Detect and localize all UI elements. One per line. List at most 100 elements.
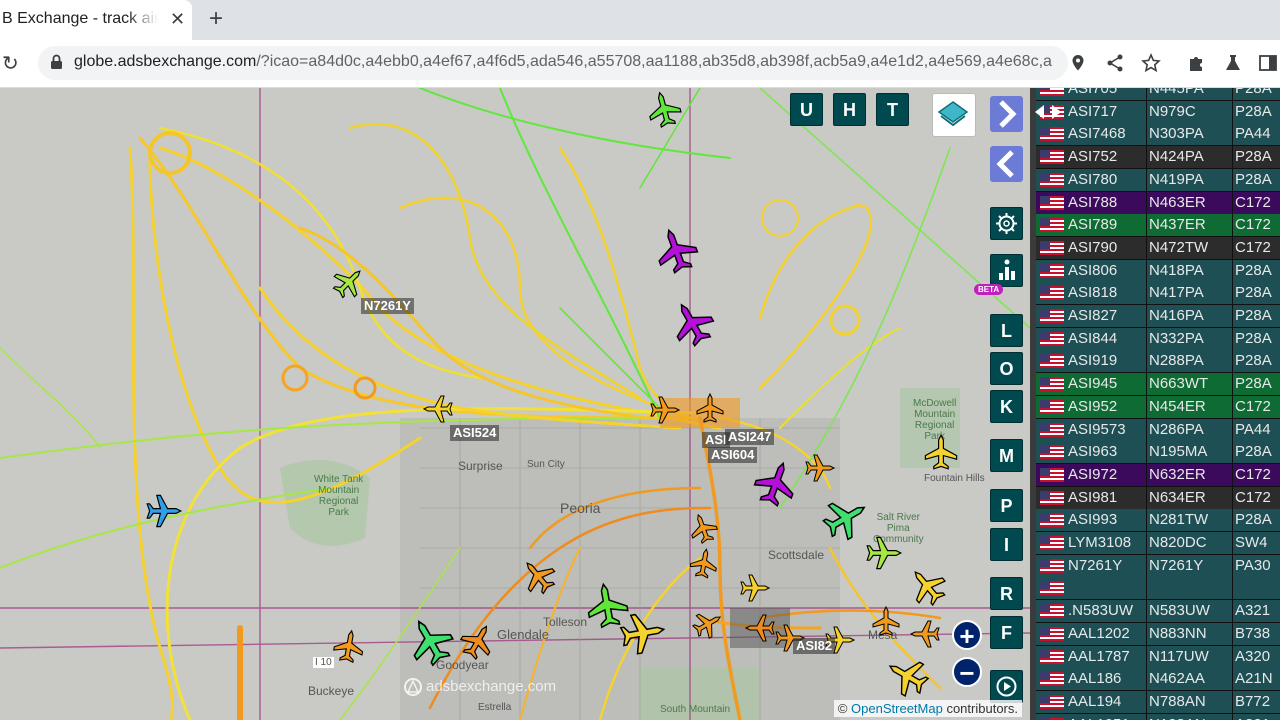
aircraft-yellow-mid[interactable] [618,609,668,657]
aircraft-orange-2[interactable] [514,552,562,600]
openstreetmap-link[interactable]: OpenStreetMap [851,701,943,716]
k-button[interactable]: K [990,390,1023,423]
i-button[interactable]: I [990,528,1023,561]
aircraft-purple-2[interactable] [663,294,721,352]
layers-button[interactable] [932,93,976,137]
aircraft-orange-1[interactable] [331,627,367,665]
t-button[interactable]: T [876,93,909,126]
table-row[interactable]: ASI844 N332PA P28A [1030,327,1280,351]
table-row[interactable]: AAL194 N788AN B772 [1030,690,1280,714]
table-row[interactable]: ASI818 N417PA P28A [1030,282,1280,306]
table-scrollbar[interactable] [1030,88,1036,720]
table-row[interactable]: ASI806 N418PA P28A [1030,259,1280,283]
address-bar[interactable]: globe.adsbexchange.com/?icao=a84d0c,a4eb… [38,46,1068,80]
table-row[interactable]: ASI717 N979C P28A [1030,100,1280,124]
aircraft-label-asi82[interactable]: ASI82 [793,638,836,654]
share-icon[interactable] [1105,53,1125,73]
aircraft-orange-airport-1[interactable] [650,396,680,424]
location-icon[interactable] [1068,53,1088,73]
table-row[interactable]: ASI7468 N303PA PA44 [1030,123,1280,147]
m-button[interactable]: M [990,439,1023,472]
aircraft-green-east[interactable] [817,489,875,547]
h-button[interactable]: H [833,93,866,126]
aircraft-purple-1[interactable] [649,222,703,278]
resize-arrows-icon[interactable] [1033,102,1063,122]
table-row[interactable]: AAL186 N462AA A21N [1030,668,1280,692]
table-row[interactable]: .N583UW N583UW A321 [1030,600,1280,624]
aircraft-table[interactable]: ASI705 N445PA P28A ASI717 N979C P28A ASI7468 N3… [1030,88,1280,720]
active-tab[interactable]: B Exchange - track aircraft ✕ [0,0,192,40]
table-row[interactable]: ASI780 N419PA P28A [1030,168,1280,192]
table-row[interactable]: ASI945 N663WT P28A [1030,373,1280,397]
table-row[interactable]: ASI752 N424PA P28A [1030,146,1280,170]
aircraft-orange-7[interactable] [872,606,900,636]
lab-icon[interactable] [1223,53,1243,73]
aircraft-orange-4[interactable] [685,509,721,547]
table-row[interactable]: ASI963 N195MA P28A [1030,441,1280,465]
aircraft-orange-3[interactable] [455,618,501,664]
aircraft-layer[interactable] [0,88,1030,720]
table-row[interactable]: AAL1951N128ANA321 [1030,713,1280,720]
table-row[interactable]: N7261Y N7261Y PA30 [1030,554,1280,578]
flight-map[interactable]: Surprise Sun City Peoria Scottsdale Mesa… [0,88,1030,720]
table-row[interactable]: ASI952 N454ER C172 [1030,395,1280,419]
f-button[interactable]: F [990,616,1023,649]
p-button[interactable]: P [990,489,1023,522]
table-row[interactable]: ASI788 N463ER C172 [1030,191,1280,215]
close-icon[interactable]: ✕ [170,9,185,30]
table-row[interactable]: ASI919 N288PA P28A [1030,350,1280,374]
table-row[interactable]: LYM3108 N820DC SW4 [1030,532,1280,555]
extensions-icon[interactable] [1186,53,1206,73]
table-row[interactable]: ASI981 N634ER C172 [1030,486,1280,510]
aircraft-green-mid[interactable] [583,580,631,630]
aircraft-yellow-east[interactable] [924,434,958,470]
u-button[interactable]: U [790,93,823,126]
aircraft-label-n7261y[interactable]: N7261Y [361,298,414,314]
aircraft-label-asi524[interactable]: ASI524 [450,425,500,441]
sidebar-icon[interactable] [1258,53,1278,73]
aircraft-orange-5[interactable] [688,546,720,580]
aircraft-yellow-se[interactable] [901,560,953,612]
table-row[interactable]: ASI789 N437ER C172 [1030,214,1280,238]
aircraft-n7261y[interactable] [327,260,371,304]
table-row[interactable]: AAL1202 N883NN B738 [1030,622,1280,646]
aircraft-lightgreen[interactable] [866,536,902,570]
aircraft-green-top[interactable] [643,88,685,130]
zoom-out-button[interactable]: − [952,657,982,687]
aircraft-yellow-se2[interactable] [880,649,934,703]
table-row[interactable]: ASI705 N445PA P28A [1030,88,1280,101]
new-tab-icon[interactable]: + [209,6,223,32]
reload-icon[interactable]: ↻ [2,51,19,76]
aircraft-orange-airport-2[interactable] [696,393,724,423]
aircraft-asi524[interactable] [423,395,453,423]
settings-button[interactable] [990,207,1023,240]
table-row[interactable]: ASI972 N632ER C172 [1030,463,1280,487]
l-button[interactable]: L [990,314,1023,347]
url-text[interactable]: globe.adsbexchange.com/?icao=a84d0c,a4eb… [74,53,1054,71]
aircraft-label-asi247[interactable]: ASI247 [725,429,775,445]
aircraft-yellow-kpr[interactable] [740,574,770,602]
aircraft-orange-cluster-2[interactable] [745,614,775,642]
table-row[interactable]: AAL1787 N117UW A320 [1030,645,1280,669]
aircraft-label-asi604[interactable]: ASI604 [708,447,758,463]
table-row[interactable]: ASI993 N281TW P28A [1030,509,1280,533]
o-button[interactable]: O [990,352,1023,385]
collapse-left-button[interactable] [990,146,1023,182]
table-row[interactable] [1030,577,1280,601]
expand-right-button[interactable] [990,96,1023,132]
lock-icon[interactable] [50,54,63,70]
aircraft-green-sw[interactable] [399,610,461,672]
table-row[interactable]: ASI827 N416PA P28A [1030,305,1280,328]
zoom-in-button[interactable]: + [952,620,982,650]
aircraft-orange-8[interactable] [910,620,940,648]
stats-button[interactable] [990,254,1023,287]
table-row[interactable]: ASI790 N472TW C172 [1030,236,1280,260]
replay-button[interactable] [990,670,1023,703]
aircraft-orange-cluster-1[interactable] [688,605,728,643]
aircraft-orange-6[interactable] [805,454,835,482]
table-row[interactable]: ASI9573 N286PA PA44 [1030,418,1280,442]
aircraft-blue[interactable] [146,494,182,528]
aircraft-purple-3[interactable] [749,455,803,511]
star-icon[interactable] [1141,53,1161,73]
r-button[interactable]: R [990,577,1023,610]
